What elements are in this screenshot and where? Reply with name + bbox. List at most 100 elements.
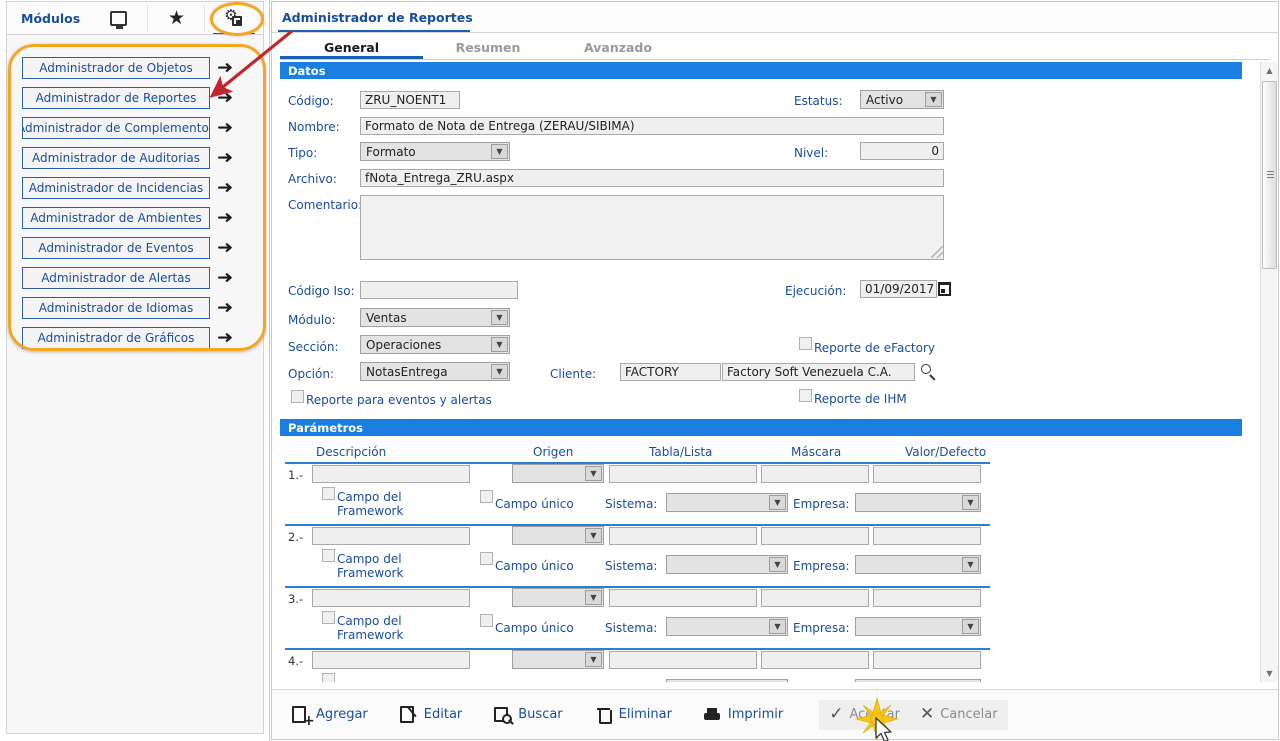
modulo-label: Módulo: (288, 313, 336, 327)
report-manager-window: Administrador de Reportes General Resume… (271, 1, 1279, 740)
trash-icon (595, 706, 613, 724)
param-origen-select[interactable]: ▼ (512, 526, 604, 545)
menu-list-highlight-annotation (8, 44, 266, 351)
tab-general[interactable]: General (280, 40, 423, 59)
scroll-up-arrow-icon[interactable]: ▲ (1261, 62, 1278, 79)
eliminar-button[interactable]: Eliminar (585, 700, 682, 730)
checkbox-reporte-eventos-alertas[interactable] (291, 390, 304, 403)
nivel-input[interactable]: 0 (860, 142, 944, 160)
param-mascara-input[interactable] (761, 465, 869, 483)
param-descripcion-input[interactable] (312, 465, 470, 483)
param-origen-select[interactable]: ▼ (512, 464, 604, 483)
cliente-name-input[interactable]: Factory Soft Venezuela C.A. (722, 363, 915, 381)
param-sistema-select[interactable]: ▼ (666, 617, 788, 636)
tab-avanzado[interactable]: Avanzado (553, 40, 683, 59)
chevron-down-icon: ▼ (585, 590, 602, 605)
cancelar-button[interactable]: ✕ Cancelar (910, 700, 1008, 730)
col-header-tabla-lista: Tabla/Lista (649, 445, 712, 459)
param-empresa-select[interactable]: ▼ (855, 493, 981, 512)
vertical-scrollbar[interactable]: ▲ ▼ (1260, 62, 1277, 682)
comentario-label: Comentario: (288, 198, 362, 212)
param-empresa-label: Empresa: (793, 559, 850, 573)
param-valor-defecto-input[interactable] (873, 651, 981, 669)
param-valor-defecto-input[interactable] (873, 589, 981, 607)
chevron-down-icon: ▼ (769, 557, 786, 572)
checkbox-reporte-efactory[interactable] (799, 337, 812, 350)
param-empresa-label: Empresa: (793, 621, 850, 635)
param-origen-select[interactable]: ▼ (512, 650, 604, 669)
param-checkbox-campo-unico[interactable] (480, 490, 493, 503)
archivo-input[interactable]: fNota_Entrega_ZRU.aspx (360, 169, 944, 187)
param-tabla-lista-input[interactable] (609, 465, 757, 483)
param-descripcion-input[interactable] (312, 589, 470, 607)
search-icon[interactable] (921, 364, 937, 380)
chevron-down-icon: ▼ (491, 337, 508, 352)
archivo-label: Archivo: (288, 172, 337, 186)
param-checkbox-campo-unico[interactable] (480, 552, 493, 565)
param-empresa-select[interactable]: ▼ (855, 617, 981, 636)
buscar-button[interactable]: Buscar (484, 700, 572, 730)
aceptar-button[interactable]: ✓ Aceptar (819, 700, 910, 730)
toolbar-button-favorites[interactable]: ★ (148, 2, 206, 35)
scroll-down-arrow-icon[interactable]: ▼ (1261, 665, 1278, 682)
param-mascara-input[interactable] (761, 589, 869, 607)
tab-resumen[interactable]: Resumen (423, 40, 553, 59)
param-checkbox-campo-framework[interactable] (322, 611, 335, 624)
tipo-select[interactable]: Formato ▼ (360, 142, 510, 161)
param-empresa-select[interactable] (855, 679, 981, 682)
param-empresa-select[interactable]: ▼ (855, 555, 981, 574)
param-descripcion-input[interactable] (312, 651, 470, 669)
ejecucion-input[interactable]: 01/09/2017 (860, 280, 937, 298)
param-mascara-input[interactable] (761, 527, 869, 545)
opcion-select[interactable]: NotasEntrega ▼ (360, 362, 510, 381)
modulo-select[interactable]: Ventas ▼ (360, 308, 510, 327)
search-page-icon (494, 706, 512, 724)
calendar-icon[interactable] (938, 280, 951, 298)
chevron-down-icon: ▼ (491, 310, 508, 325)
textarea-resize-grip[interactable] (931, 246, 943, 258)
toolbar-button-monitor[interactable] (90, 2, 148, 35)
add-page-icon (292, 706, 310, 724)
estatus-select[interactable]: Activo ▼ (860, 90, 944, 109)
param-checkbox-campo-framework[interactable] (322, 549, 335, 562)
param-tabla-lista-input[interactable] (609, 651, 757, 669)
codigo-label: Código: (288, 94, 334, 108)
section-header-parametros: Parámetros (280, 419, 1242, 436)
param-valor-defecto-input[interactable] (873, 465, 981, 483)
param-tabla-lista-input[interactable] (609, 589, 757, 607)
table-divider (285, 462, 990, 464)
codigo-iso-input[interactable] (360, 281, 518, 299)
param-checkbox-campo-unico[interactable] (480, 614, 493, 627)
checkbox-reporte-ihm-label: Reporte de IHM (814, 392, 907, 406)
param-descripcion-input[interactable] (312, 527, 470, 545)
nombre-input[interactable]: Formato de Nota de Entrega (ZERAU/SIBIMA… (360, 117, 944, 135)
param-sistema-select[interactable]: ▼ (666, 493, 788, 512)
param-valor-defecto-input[interactable] (873, 527, 981, 545)
imprimir-button[interactable]: Imprimir (694, 700, 793, 730)
seccion-select[interactable]: Operaciones ▼ (360, 335, 510, 354)
action-toolbar: Agregar Editar Buscar Eliminar Imprimir (272, 689, 1278, 739)
param-checkbox-campo-framework[interactable] (322, 673, 335, 682)
close-x-icon: ✕ (920, 706, 934, 723)
form-content-area: Datos Código: ZRU_NOENT1 Estatus: Activo… (280, 62, 1270, 682)
param-mascara-input[interactable] (761, 651, 869, 669)
codigo-input[interactable]: ZRU_NOENT1 (360, 91, 460, 109)
param-checkbox-campo-framework[interactable] (322, 487, 335, 500)
modulos-label: Módulos (21, 11, 90, 26)
param-origen-select[interactable]: ▼ (512, 588, 604, 607)
checkbox-reporte-ihm[interactable] (799, 389, 812, 402)
app-root: Módulos ★ ⚙ Administrador de Objetos ➜ (0, 0, 1280, 741)
param-sistema-select[interactable] (666, 679, 788, 682)
param-sistema-select[interactable]: ▼ (666, 555, 788, 574)
param-tabla-lista-input[interactable] (609, 527, 757, 545)
table-divider (285, 586, 990, 588)
param-row-index: 3.- (288, 592, 303, 606)
cliente-code-input[interactable]: FACTORY (620, 363, 721, 381)
editar-button[interactable]: Editar (390, 700, 473, 730)
chevron-down-icon: ▼ (585, 652, 602, 667)
agregar-button[interactable]: Agregar (282, 700, 378, 730)
param-row-index: 2.- (288, 530, 303, 544)
scrollbar-thumb[interactable] (1262, 81, 1277, 269)
nombre-label: Nombre: (288, 120, 340, 134)
comentario-textarea[interactable] (360, 195, 944, 260)
